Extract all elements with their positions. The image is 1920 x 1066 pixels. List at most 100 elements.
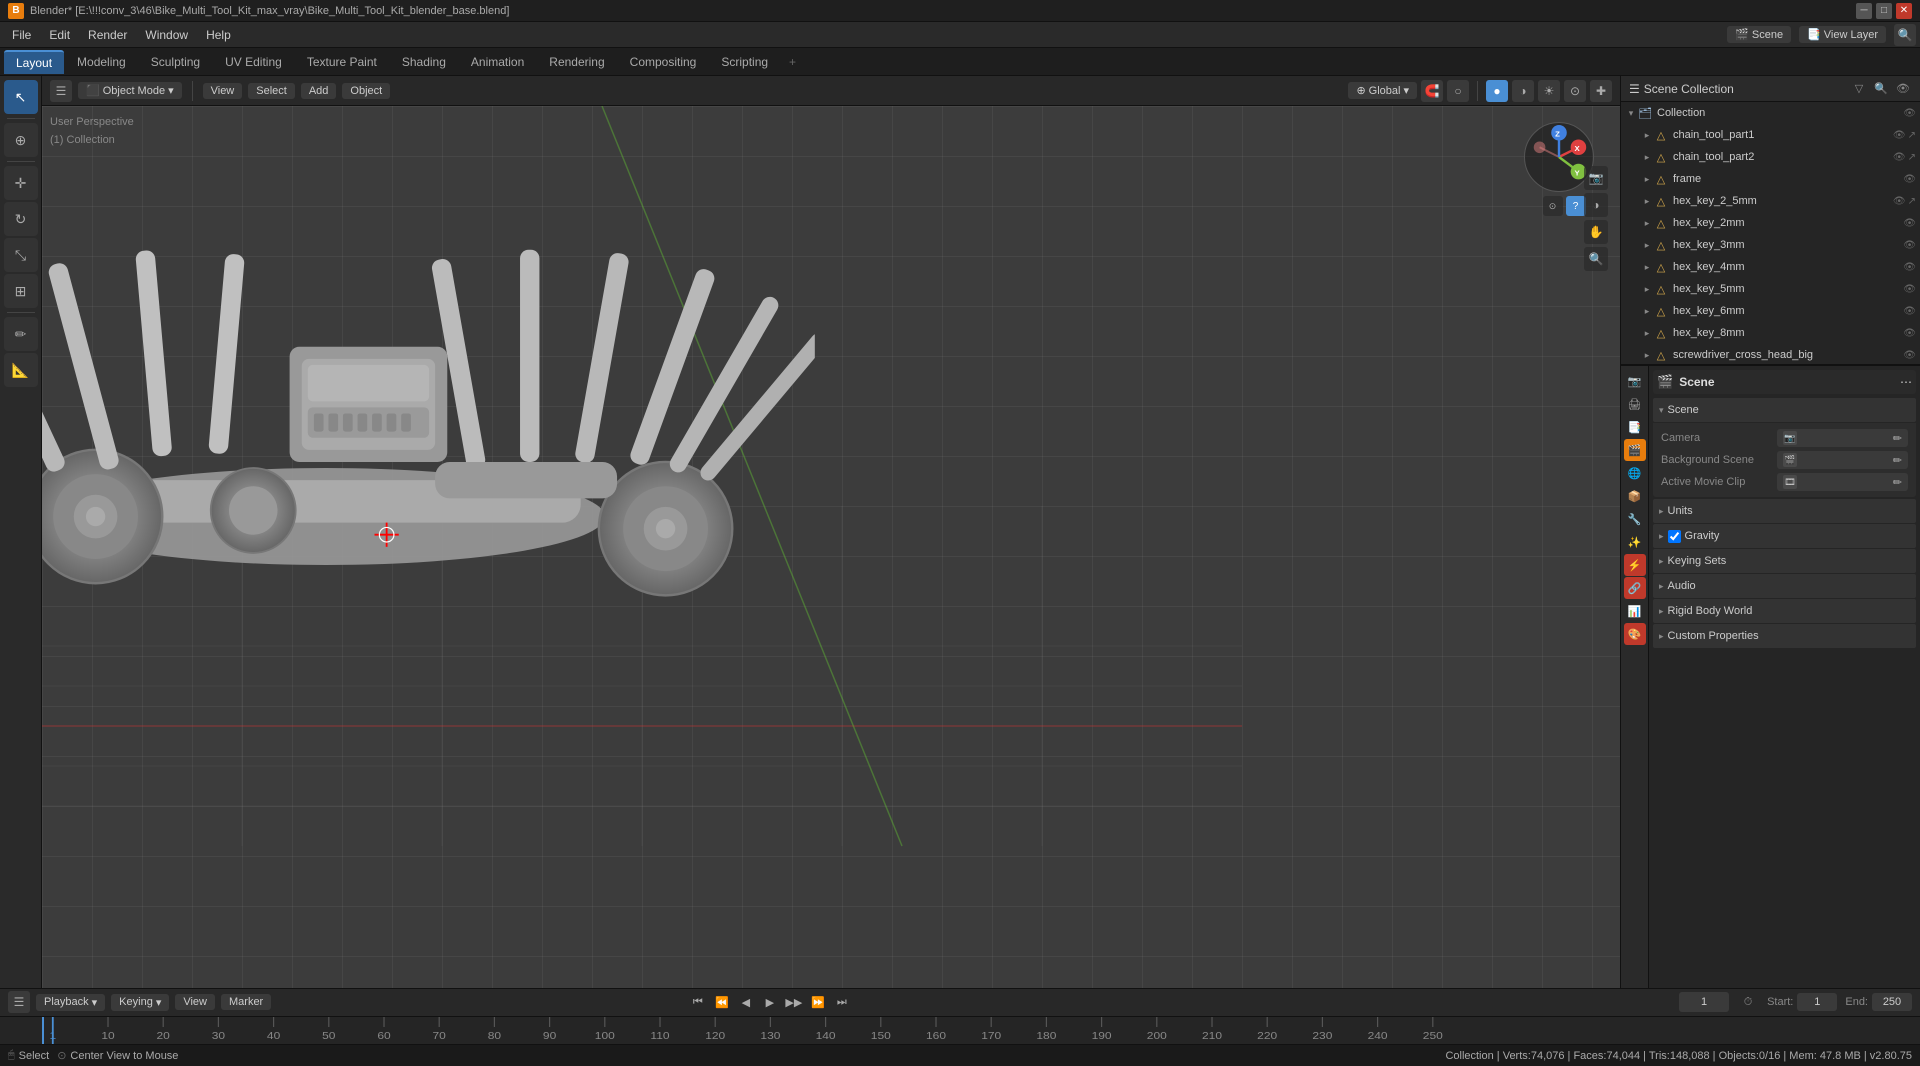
props-tab-modifier[interactable]: 🔧 xyxy=(1624,508,1646,530)
section-scene-header[interactable]: ▾ Scene xyxy=(1653,398,1916,422)
props-tab-render[interactable]: 📷 xyxy=(1624,370,1646,392)
props-tab-data[interactable]: 📊 xyxy=(1624,600,1646,622)
keying-menu[interactable]: Keying ▾ xyxy=(111,994,169,1011)
play-back-button[interactable]: ◀ xyxy=(736,992,756,1012)
viewport-search-icon[interactable]: 🔍 xyxy=(1584,247,1608,271)
playback-menu[interactable]: Playback ▾ xyxy=(36,994,105,1011)
outliner-item-hex6[interactable]: ▸ △ hex_key_6mm 👁 xyxy=(1621,300,1920,322)
movie-clip-value[interactable]: 🎞 ✏ xyxy=(1777,473,1908,491)
prev-keyframe-button[interactable]: ⏪ xyxy=(712,992,732,1012)
start-value[interactable]: 1 xyxy=(1797,993,1837,1011)
menu-edit[interactable]: Edit xyxy=(41,26,78,44)
movie-clip-edit[interactable]: ✏ xyxy=(1893,476,1902,489)
props-tab-particles[interactable]: ✨ xyxy=(1624,531,1646,553)
section-rigid-header[interactable]: ▸ Rigid Body World xyxy=(1653,599,1916,623)
outliner-item-collection[interactable]: ▾ 🗂 Collection 👁 xyxy=(1621,102,1920,124)
outliner-item-hex4[interactable]: ▸ △ hex_key_4mm 👁 xyxy=(1621,256,1920,278)
hex8-eye[interactable]: 👁 xyxy=(1903,328,1916,339)
hex2-eye[interactable]: 👁 xyxy=(1903,218,1916,229)
timeline-menu[interactable]: ☰ xyxy=(8,991,30,1013)
hex25-eye[interactable]: 👁 xyxy=(1893,196,1906,207)
tab-texture-paint[interactable]: Texture Paint xyxy=(295,51,389,73)
outliner-item-screwbig[interactable]: ▸ △ screwdriver_cross_head_big 👁 xyxy=(1621,344,1920,364)
chain2-select[interactable]: ↗ xyxy=(1908,152,1916,163)
outliner-item-hex25[interactable]: ▸ △ hex_key_2_5mm 👁 ↗ xyxy=(1621,190,1920,212)
view-menu[interactable]: View xyxy=(203,83,243,99)
mode-selector[interactable]: ⬛ Object Mode ▾ xyxy=(78,82,182,99)
menu-window[interactable]: Window xyxy=(137,26,196,44)
hex5-eye[interactable]: 👁 xyxy=(1903,284,1916,295)
viewport-hand-icon[interactable]: ✋ xyxy=(1584,220,1608,244)
menu-render[interactable]: Render xyxy=(80,26,135,44)
tab-rendering[interactable]: Rendering xyxy=(537,51,616,73)
select-menu[interactable]: Select xyxy=(248,83,295,99)
viewport-material-icon[interactable]: ◑ xyxy=(1584,193,1608,217)
viewport-menu-icon[interactable]: ☰ xyxy=(50,80,72,102)
section-gravity-header[interactable]: ▸ Gravity xyxy=(1653,524,1916,548)
outliner-eye-icon[interactable]: 👁 xyxy=(1894,80,1912,98)
outliner-filter-icon[interactable]: ▽ xyxy=(1850,80,1868,98)
move-tool[interactable]: ✛ xyxy=(4,166,38,200)
props-tab-material[interactable]: 🎨 xyxy=(1624,623,1646,645)
end-value[interactable]: 250 xyxy=(1872,993,1912,1011)
viewport-shading-solid[interactable]: ● xyxy=(1486,80,1508,102)
section-keying-header[interactable]: ▸ Keying Sets xyxy=(1653,549,1916,573)
collection-eye[interactable]: 👁 xyxy=(1903,108,1916,119)
outliner-item-chain1[interactable]: ▸ △ chain_tool_part1 👁 ↗ xyxy=(1621,124,1920,146)
camera-value[interactable]: 📷 ✏ xyxy=(1777,429,1908,447)
viewport-shading-material[interactable]: ◑ xyxy=(1512,80,1534,102)
viewport-camera-icon[interactable]: 📷 xyxy=(1584,166,1608,190)
bg-scene-edit[interactable]: ✏ xyxy=(1893,454,1902,467)
section-audio-header[interactable]: ▸ Audio xyxy=(1653,574,1916,598)
object-menu[interactable]: Object xyxy=(342,83,390,99)
jump-end-button[interactable]: ⏭ xyxy=(832,992,852,1012)
tab-uv-editing[interactable]: UV Editing xyxy=(213,51,294,73)
proportional-edit[interactable]: ○ xyxy=(1447,80,1469,102)
add-workspace-button[interactable]: + xyxy=(781,51,804,73)
jump-start-button[interactable]: ⏮ xyxy=(688,992,708,1012)
view-layer-selector[interactable]: 📑 View Layer xyxy=(1799,26,1886,43)
menu-file[interactable]: File xyxy=(4,26,39,44)
frame-eye[interactable]: 👁 xyxy=(1903,174,1916,185)
search-button[interactable]: 🔍 xyxy=(1894,24,1916,46)
select-tool[interactable]: ↖ xyxy=(4,80,38,114)
props-tab-output[interactable]: 🖨 xyxy=(1624,393,1646,415)
tab-compositing[interactable]: Compositing xyxy=(618,51,709,73)
props-tab-scene[interactable]: 🎬 xyxy=(1624,439,1646,461)
chain1-select[interactable]: ↗ xyxy=(1908,130,1916,141)
section-custom-header[interactable]: ▸ Custom Properties xyxy=(1653,624,1916,648)
props-tab-physics[interactable]: ⚡ xyxy=(1624,554,1646,576)
gravity-checkbox[interactable] xyxy=(1668,530,1681,543)
chain1-eye[interactable]: 👁 xyxy=(1893,130,1906,141)
tab-modeling[interactable]: Modeling xyxy=(65,51,138,73)
props-tab-constraints[interactable]: 🔗 xyxy=(1624,577,1646,599)
scale-tool[interactable]: ⤡ xyxy=(4,238,38,272)
close-button[interactable]: ✕ xyxy=(1896,3,1912,19)
next-keyframe-button[interactable]: ⏩ xyxy=(808,992,828,1012)
minimize-button[interactable]: ─ xyxy=(1856,3,1872,19)
bg-scene-value[interactable]: 🎬 ✏ xyxy=(1777,451,1908,469)
props-tab-object[interactable]: 📦 xyxy=(1624,485,1646,507)
play-forward-button[interactable]: ▶▶ xyxy=(784,992,804,1012)
annotate-tool[interactable]: ✏ xyxy=(4,317,38,351)
global-selector[interactable]: ⊕ Global ▾ xyxy=(1348,82,1417,99)
viewport-gizmo-toggle[interactable]: ✚ xyxy=(1590,80,1612,102)
marker-menu[interactable]: Marker xyxy=(221,994,271,1010)
gizmo-perspective-toggle[interactable]: ⊙ xyxy=(1543,196,1563,216)
transform-tool[interactable]: ⊞ xyxy=(4,274,38,308)
snap-toggle[interactable]: 🧲 xyxy=(1421,80,1443,102)
hex3-eye[interactable]: 👁 xyxy=(1903,240,1916,251)
tab-animation[interactable]: Animation xyxy=(459,51,536,73)
outliner-item-chain2[interactable]: ▸ △ chain_tool_part2 👁 ↗ xyxy=(1621,146,1920,168)
current-frame-input[interactable]: 1 xyxy=(1679,992,1729,1012)
props-tab-world[interactable]: 🌐 xyxy=(1624,462,1646,484)
chain2-eye[interactable]: 👁 xyxy=(1893,152,1906,163)
tab-sculpting[interactable]: Sculpting xyxy=(139,51,212,73)
outliner-item-frame[interactable]: ▸ △ frame 👁 xyxy=(1621,168,1920,190)
viewport-canvas[interactable]: User Perspective (1) Collection X Y xyxy=(42,106,1620,988)
cursor-tool[interactable]: ⊕ xyxy=(4,123,38,157)
play-button[interactable]: ▶ xyxy=(760,992,780,1012)
menu-help[interactable]: Help xyxy=(198,26,239,44)
outliner-item-hex2[interactable]: ▸ △ hex_key_2mm 👁 xyxy=(1621,212,1920,234)
maximize-button[interactable]: □ xyxy=(1876,3,1892,19)
